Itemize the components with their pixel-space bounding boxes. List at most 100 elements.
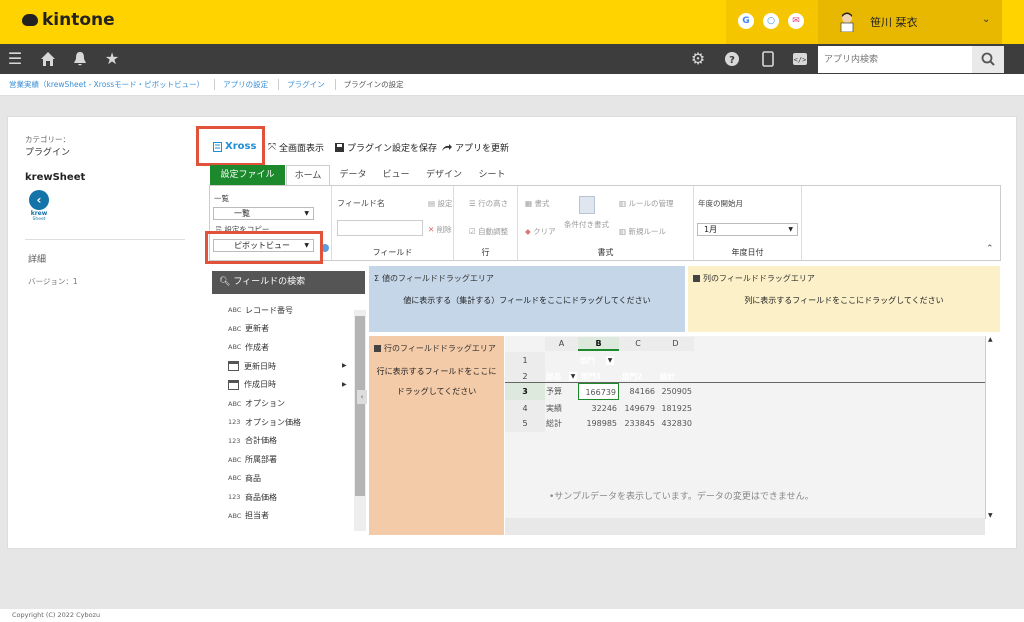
mobile-icon[interactable] xyxy=(758,49,778,69)
field-list-item[interactable]: ABC 所属部署 xyxy=(228,451,277,469)
field-type-icon: ABC xyxy=(228,306,242,314)
google-icon[interactable]: G xyxy=(738,13,754,29)
data-cell[interactable]: 198985 xyxy=(578,415,619,432)
field-delete-button[interactable]: ✕ 削除 xyxy=(428,224,452,235)
dropdown-arrow-icon: ▼ xyxy=(304,210,309,217)
group-label-field: フィールド xyxy=(372,248,413,257)
home-icon[interactable] xyxy=(38,49,58,69)
field-list-item[interactable]: 123 商品価格 xyxy=(228,488,277,506)
update-app-button[interactable]: アプリを更新 xyxy=(441,141,509,154)
tab-view[interactable]: ビュー xyxy=(376,165,416,185)
dropdown-arrow-icon: ▼ xyxy=(788,226,793,233)
new-rule-button[interactable]: ▥ 新規ルール xyxy=(619,226,666,237)
row-area-desc-1: 行に表示するフィールドをここに xyxy=(376,367,497,376)
circle-app-icon[interactable]: ○ xyxy=(763,13,779,29)
data-cell[interactable]: 233845 xyxy=(619,415,657,432)
row-header[interactable]: 3 xyxy=(505,383,545,400)
scroll-up-icon[interactable]: ▲ xyxy=(988,336,993,343)
conditional-format-button[interactable]: 条件付き書式 xyxy=(564,219,609,230)
collapse-ribbon-icon[interactable]: ⌃ xyxy=(986,244,994,254)
field-name-input[interactable] xyxy=(337,220,423,236)
field-settings-button[interactable]: ▤ 設定 xyxy=(428,198,452,209)
field-list-item[interactable]: 作成日時 xyxy=(228,376,276,394)
clear-button[interactable]: ◆ クリア xyxy=(525,226,556,237)
value-area-desc: 値に表示する（集計する）フィールドをここにドラッグしてください xyxy=(403,296,651,305)
auto-adjust-button[interactable]: ☑ 自動調整 xyxy=(469,226,508,237)
row-drop-area[interactable]: 行のフィールドドラッグエリア 行に表示するフィールドをここに ドラッグしてくださ… xyxy=(369,336,504,535)
field-list-item[interactable]: 123 合計価格 xyxy=(228,432,277,450)
tab-settings-file[interactable]: 設定ファイル xyxy=(210,165,285,185)
column-area-title-text: 列のフィールドドラッグエリア xyxy=(703,274,815,283)
star-icon[interactable]: ★ xyxy=(102,49,122,69)
data-cell[interactable]: 250905 xyxy=(657,383,694,400)
row-header[interactable]: 1 xyxy=(505,352,545,369)
collapse-panel-button[interactable]: ‹ xyxy=(357,390,367,404)
search-icon: 🔍︎ xyxy=(219,277,231,287)
app-search-input[interactable] xyxy=(818,46,972,73)
row-height-button[interactable]: ☰ 行の高さ xyxy=(469,198,508,209)
delete-icon: ✕ xyxy=(428,225,435,234)
column-header[interactable]: A xyxy=(545,337,578,351)
calendar-icon xyxy=(228,361,239,372)
user-menu[interactable]: 笹川 栞衣 ⌄ xyxy=(818,0,1002,44)
data-cell[interactable]: 84166 xyxy=(619,383,657,400)
fullscreen-button[interactable]: ⤧ 全画面表示 xyxy=(268,141,324,154)
column-header[interactable]: B xyxy=(578,337,619,351)
search-icon xyxy=(981,52,995,66)
mail-icon[interactable]: ✉ xyxy=(788,13,804,29)
field-list-item[interactable]: ABC 更新者 xyxy=(228,320,269,338)
list-select[interactable]: 一覧 ▼ xyxy=(213,207,314,220)
search-button[interactable] xyxy=(972,46,1004,73)
calendar-icon xyxy=(228,379,239,390)
sheet-vertical-scrollbar[interactable]: ▲ ▼ xyxy=(985,336,997,519)
menu-icon[interactable]: ☰ xyxy=(5,49,25,69)
column-header[interactable]: D xyxy=(657,337,694,351)
breadcrumb-app-settings[interactable]: アプリの設定 xyxy=(223,79,280,90)
expand-arrow-icon[interactable]: ▶ xyxy=(342,362,347,369)
new-rule-label: 新規ルール xyxy=(628,227,666,236)
tab-home[interactable]: ホーム xyxy=(286,165,330,186)
fiscal-month-select[interactable]: 1月 ▼ xyxy=(697,223,798,236)
format-label: 書式 xyxy=(534,199,550,208)
format-button[interactable]: ▦ 書式 xyxy=(525,198,549,209)
field-list-item[interactable]: ABC オプション xyxy=(228,395,285,413)
rule-manage-button[interactable]: ▥ ルールの管理 xyxy=(619,198,673,209)
data-cell[interactable]: 432830 xyxy=(657,415,694,432)
dropdown-arrow-icon[interactable]: ▼ xyxy=(569,372,577,381)
checkbox-icon: ☑ xyxy=(469,227,476,236)
group-label-format: 書式 xyxy=(597,248,614,257)
pivot-header-cell: 部門 xyxy=(580,356,595,365)
breadcrumb-app[interactable]: 営業実績（krewSheet - Xrossモード・ピボットビュー） xyxy=(9,79,216,90)
column-header[interactable]: C xyxy=(619,337,657,351)
field-list-item[interactable]: 更新日時 xyxy=(228,357,276,375)
krew-logo-icon: ‹ xyxy=(29,190,49,210)
tab-design[interactable]: デザイン xyxy=(421,165,467,185)
field-list-item[interactable]: ABC 担当者 xyxy=(228,507,269,525)
data-cell[interactable]: 166739 xyxy=(578,383,619,400)
code-icon[interactable]: </> xyxy=(790,49,810,69)
row-area-title-text: 行のフィールドドラッグエリア xyxy=(384,344,496,353)
breadcrumb-plugin[interactable]: プラグイン xyxy=(287,79,336,90)
tab-data[interactable]: データ xyxy=(333,165,373,185)
field-list-item[interactable]: ABC 商品 xyxy=(228,469,261,487)
column-drop-area[interactable]: 列のフィールドドラッグエリア 列に表示するフィールドをここにドラッグしてください xyxy=(688,266,1000,332)
column-area-desc: 列に表示するフィールドをここにドラッグしてください xyxy=(744,296,944,305)
dropdown-arrow-icon[interactable]: ▼ xyxy=(606,356,614,365)
help-icon[interactable]: ? xyxy=(722,49,742,69)
expand-arrow-icon[interactable]: ▶ xyxy=(342,381,347,388)
bell-icon[interactable] xyxy=(70,49,90,69)
detail-link[interactable]: 詳細 xyxy=(28,252,46,265)
field-list-item[interactable]: ABC 作成者 xyxy=(228,338,269,356)
tab-sheet[interactable]: シート xyxy=(472,165,512,185)
kintone-logo[interactable]: kintone xyxy=(22,10,115,30)
row-header[interactable]: 5 xyxy=(505,415,545,432)
field-list-item[interactable]: 123 オプション価格 xyxy=(228,413,301,431)
sheet-horizontal-scrollbar[interactable] xyxy=(505,518,985,535)
save-button[interactable]: プラグイン設定を保存 xyxy=(335,141,437,154)
gear-icon[interactable]: ⚙ xyxy=(688,49,708,69)
value-drop-area[interactable]: Σ 値のフィールドドラッグエリア 値に表示する（集計する）フィールドをここにドラ… xyxy=(369,266,685,332)
field-search-input[interactable]: 🔍︎ フィールドの検索 xyxy=(212,271,365,294)
field-list-scroll-thumb[interactable] xyxy=(355,316,365,496)
field-list-item[interactable]: ABC レコード番号 xyxy=(228,301,293,319)
scroll-down-icon[interactable]: ▼ xyxy=(988,512,993,519)
